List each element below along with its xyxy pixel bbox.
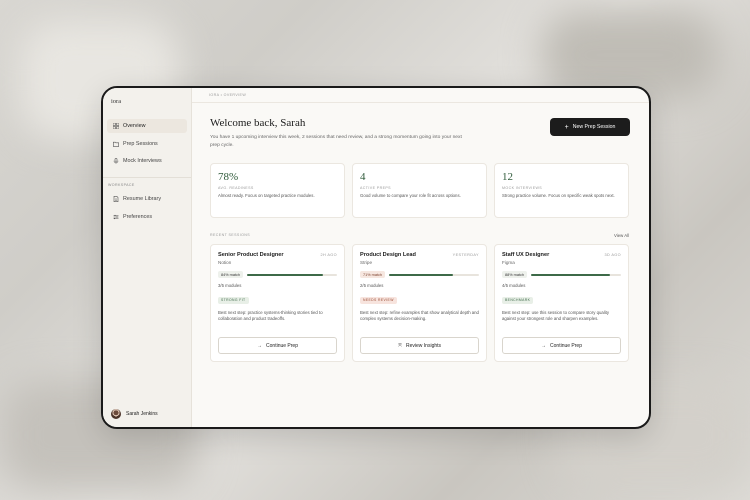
sidebar-item-label: Preferences <box>123 213 153 220</box>
stat-description: Almost ready. Focus on targeted practice… <box>218 193 315 198</box>
match-progress-fill <box>531 273 611 276</box>
arrow-right-icon: → <box>257 342 263 349</box>
modules-count: 2/5 modules <box>360 283 384 288</box>
folder-icon <box>112 140 119 147</box>
stat-label: AVG. READINESS <box>218 186 254 190</box>
session-note: Best next step: practice systems-thinkin… <box>218 310 323 322</box>
recent-sessions-header: RECENT SESSIONS View All <box>210 233 629 238</box>
workspace-label: WORKSPACE <box>108 183 135 187</box>
session-company: Stripe <box>360 260 373 265</box>
session-role: Staff UX Designer <box>502 252 550 258</box>
user-name: Sarah Jenkins <box>126 411 158 417</box>
stat-value: 4 <box>360 171 366 183</box>
review-insights-button[interactable]: ⤧ Review Insights <box>360 337 479 354</box>
button-label: Continue Prep <box>266 342 298 349</box>
sessions-row: Senior Product Designer 2H AGO Notion 84… <box>210 244 629 362</box>
stats-row: 78% AVG. READINESS Almost ready. Focus o… <box>210 163 629 218</box>
session-company: Figma <box>502 260 515 265</box>
modules-count: 3/5 modules <box>218 283 242 288</box>
sidebar-item-resume-library[interactable]: Resume Library <box>107 192 187 206</box>
session-note: Best next step: refine examples that sho… <box>360 310 479 322</box>
match-progress-fill <box>247 273 323 276</box>
stat-label: ACTIVE PREPS <box>360 186 391 190</box>
sidebar-item-label: Mock Interviews <box>123 158 162 164</box>
match-badge: 88% match <box>502 271 527 278</box>
sidebar-item-mock-interviews[interactable]: Mock Interviews <box>107 154 187 168</box>
stat-description: Good volume to compare your role fit acr… <box>360 193 461 198</box>
grid-icon <box>112 123 119 130</box>
stat-label: MOCK INTERVIEWS <box>502 186 543 190</box>
main-content: IORA • OVERVIEW Welcome back, Sarah You … <box>192 88 649 427</box>
session-card[interactable]: Product Design Lead YESTERDAY Stripe 71%… <box>352 244 487 362</box>
sidebar-item-label: Prep Sessions <box>123 140 158 147</box>
stat-card-readiness: 78% AVG. READINESS Almost ready. Focus o… <box>210 163 345 218</box>
view-all-link[interactable]: View All <box>614 233 629 238</box>
avatar <box>111 409 121 419</box>
button-label: Review Insights <box>406 342 442 349</box>
session-time: YESTERDAY <box>452 253 479 257</box>
status-badge: BENCHMARK <box>502 296 534 304</box>
session-company: Notion <box>218 260 232 265</box>
sidebar-item-label: Resume Library <box>123 196 162 202</box>
user-profile[interactable]: Sarah Jenkins <box>111 409 158 419</box>
document-icon <box>112 196 119 203</box>
session-card[interactable]: Staff UX Designer 3D AGO Figma 88% match… <box>494 244 629 362</box>
expand-icon: ⤧ <box>397 342 402 349</box>
new-prep-session-button[interactable]: + New Prep Session <box>550 118 630 136</box>
workspace-nav: Resume Library Preferences <box>107 192 187 227</box>
breadcrumb: IORA • OVERVIEW <box>192 88 649 103</box>
match-progress-bar <box>389 273 479 276</box>
brand-logo: iora <box>111 98 122 105</box>
stat-description: Strong practice volume. Focus on specifi… <box>502 193 615 198</box>
session-card[interactable]: Senior Product Designer 2H AGO Notion 84… <box>210 244 345 362</box>
stat-card-mock-interviews: 12 MOCK INTERVIEWS Strong practice volum… <box>494 163 629 218</box>
sidebar-item-prep-sessions[interactable]: Prep Sessions <box>107 137 187 151</box>
session-role: Senior Product Designer <box>218 252 284 258</box>
session-role: Product Design Lead <box>360 252 416 258</box>
sidebar-divider <box>103 177 191 178</box>
page-title: Welcome back, Sarah <box>210 117 306 129</box>
sidebar-item-overview[interactable]: Overview <box>107 119 187 133</box>
recent-sessions-label: RECENT SESSIONS <box>210 233 251 237</box>
match-badge: 71% match <box>360 271 385 278</box>
match-progress-fill <box>389 273 453 276</box>
status-badge: NEEDS REVIEW <box>360 296 397 304</box>
match-progress-bar <box>531 273 621 276</box>
arrow-right-icon: → <box>541 342 547 349</box>
primary-nav: Overview Prep Sessions Mock Interviews <box>107 119 187 172</box>
stat-value: 12 <box>502 171 513 183</box>
app-window: iora Overview Prep Sessions Mock Intervi… <box>101 86 651 429</box>
match-badge: 84% match <box>218 271 243 278</box>
new-prep-session-label: New Prep Session <box>572 124 616 130</box>
session-time: 3D AGO <box>604 253 621 257</box>
continue-prep-button[interactable]: → Continue Prep <box>502 337 621 354</box>
button-label: Continue Prep <box>550 342 582 349</box>
page-subtitle: You have 1 upcoming interview this week,… <box>210 135 462 148</box>
plus-icon: + <box>564 123 569 131</box>
sliders-icon <box>112 213 119 220</box>
session-time: 2H AGO <box>320 253 337 257</box>
sidebar-item-label: Overview <box>123 123 146 129</box>
sidebar: iora Overview Prep Sessions Mock Intervi… <box>103 88 192 427</box>
continue-prep-button[interactable]: → Continue Prep <box>218 337 337 354</box>
status-badge: STRONG FIT <box>218 296 249 304</box>
stat-value: 78% <box>218 171 239 183</box>
stat-card-active-preps: 4 ACTIVE PREPS Good volume to compare yo… <box>352 163 487 218</box>
microphone-icon <box>112 158 119 165</box>
session-note: Best next step: use this session to comp… <box>502 310 609 322</box>
modules-count: 4/5 modules <box>502 283 526 288</box>
sidebar-item-preferences[interactable]: Preferences <box>107 210 187 224</box>
match-progress-bar <box>247 273 337 276</box>
